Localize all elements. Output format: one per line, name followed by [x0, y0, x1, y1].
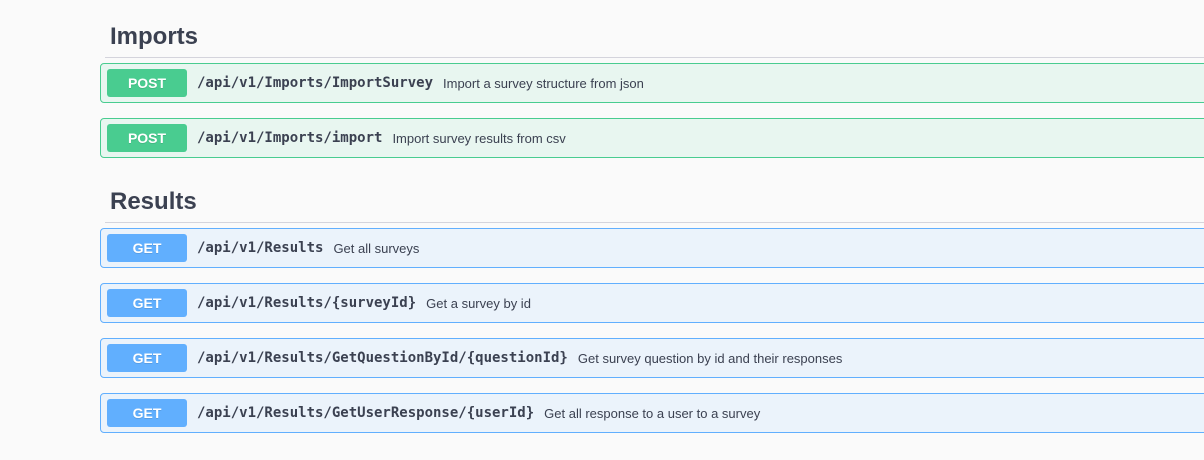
method-badge: GET	[107, 234, 187, 262]
operation-summary: Get all response to a user to a survey	[544, 405, 761, 421]
method-badge: POST	[107, 124, 187, 152]
operation-path: /api/v1/Results/GetUserResponse/{userId}	[197, 405, 535, 421]
section-header-imports[interactable]: Imports	[105, 6, 1204, 58]
operation-get-survey-by-id[interactable]: GET /api/v1/Results/{surveyId} Get a sur…	[100, 283, 1204, 323]
method-badge: GET	[107, 344, 187, 372]
operation-path: /api/v1/Imports/ImportSurvey	[197, 75, 434, 91]
method-badge: POST	[107, 69, 187, 97]
operation-path: /api/v1/Results	[197, 240, 324, 256]
operation-summary: Get survey question by id and their resp…	[577, 350, 843, 366]
operation-path: /api/v1/Results/GetQuestionById/{questio…	[197, 350, 568, 366]
method-badge: GET	[107, 289, 187, 317]
operation-post-import-survey[interactable]: POST /api/v1/Imports/ImportSurvey Import…	[100, 63, 1204, 103]
operation-path: /api/v1/Results/{surveyId}	[197, 295, 417, 311]
operation-summary: Get all surveys	[333, 240, 420, 256]
operation-summary: Import survey results from csv	[392, 130, 566, 146]
operation-path: /api/v1/Imports/import	[197, 130, 383, 146]
operation-post-import[interactable]: POST /api/v1/Imports/import Import surve…	[100, 118, 1204, 158]
operation-summary: Get a survey by id	[426, 295, 531, 311]
method-badge: GET	[107, 399, 187, 427]
operation-get-results[interactable]: GET /api/v1/Results Get all surveys	[100, 228, 1204, 268]
section-header-results[interactable]: Results	[105, 171, 1204, 223]
swagger-page: Imports POST /api/v1/Imports/ImportSurve…	[0, 0, 1204, 460]
operation-get-user-response[interactable]: GET /api/v1/Results/GetUserResponse/{use…	[100, 393, 1204, 433]
section-title[interactable]: Imports	[110, 23, 198, 51]
operation-summary: Import a survey structure from json	[443, 75, 644, 91]
operation-get-question-by-id[interactable]: GET /api/v1/Results/GetQuestionById/{que…	[100, 338, 1204, 378]
section-title[interactable]: Results	[110, 188, 197, 216]
